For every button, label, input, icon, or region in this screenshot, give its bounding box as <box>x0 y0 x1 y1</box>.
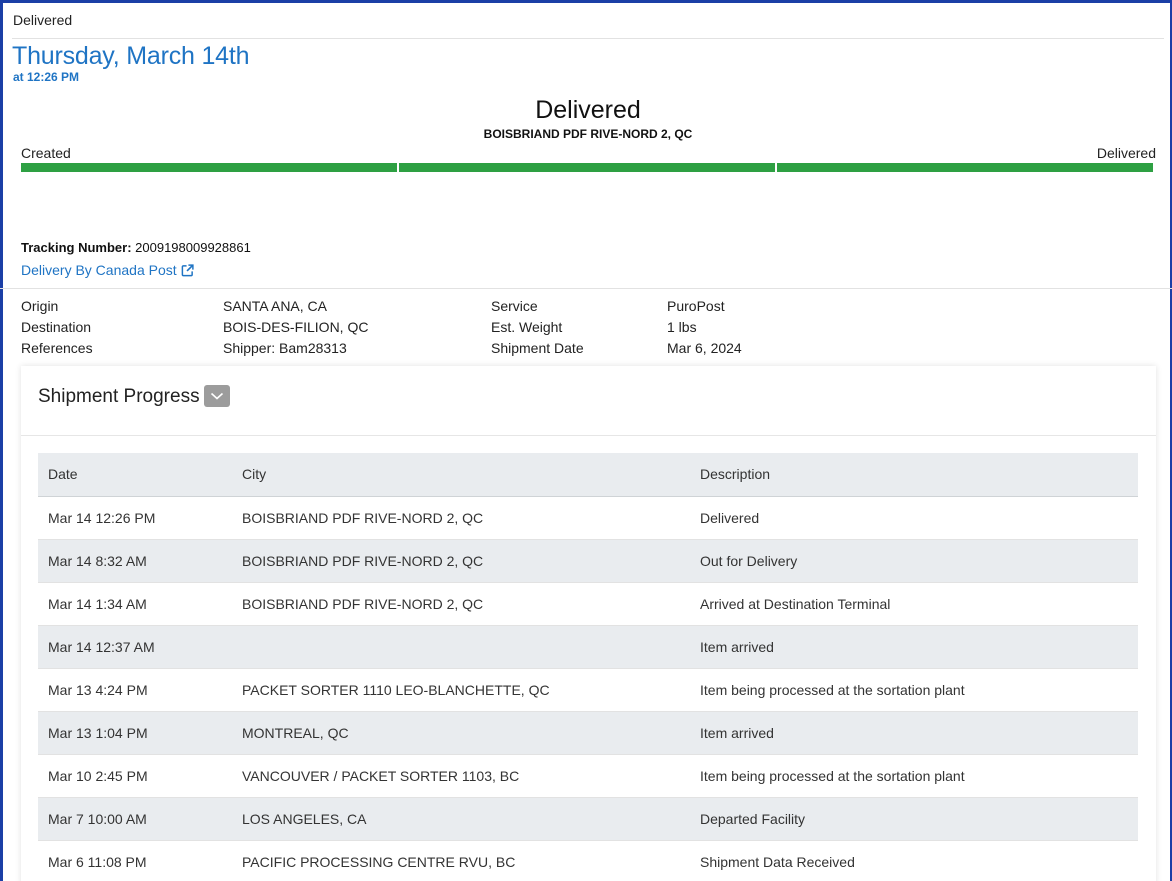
references-label: References <box>21 340 93 356</box>
column-header-date: Date <box>38 453 232 497</box>
service-value: PuroPost <box>667 298 725 314</box>
progress-segment <box>21 163 397 172</box>
shipment-progress-card: Shipment Progress Date City Description … <box>21 366 1156 881</box>
row-date: Mar 13 4:24 PM <box>48 681 148 698</box>
row-description: Shipment Data Received <box>700 853 855 870</box>
table-row: Mar 14 12:26 PM BOISBRIAND PDF RIVE-NORD… <box>38 496 1138 539</box>
row-date: Mar 7 10:00 AM <box>48 810 147 827</box>
service-label: Service <box>491 298 538 314</box>
row-city: LOS ANGELES, CA <box>242 810 367 827</box>
row-city: VANCOUVER / PACKET SORTER 1103, BC <box>242 767 520 784</box>
weight-value: 1 lbs <box>667 319 697 335</box>
row-date: Mar 14 12:26 PM <box>48 509 156 526</box>
table-row: Mar 7 10:00 AM LOS ANGELES, CA Departed … <box>38 797 1138 840</box>
table-header-row: Date City Description <box>38 453 1138 497</box>
external-link-icon <box>181 263 194 276</box>
shipment-date-value: Mar 6, 2024 <box>667 340 742 356</box>
origin-label: Origin <box>21 298 59 314</box>
table-row: Mar 6 11:08 PM PACIFIC PROCESSING CENTRE… <box>38 840 1138 881</box>
row-description: Item arrived <box>700 724 774 741</box>
row-city <box>232 625 690 668</box>
card-title: Shipment Progress <box>38 386 200 407</box>
collapse-button[interactable] <box>204 385 230 407</box>
table-row: Mar 13 4:24 PM PACKET SORTER 1110 LEO-BL… <box>38 668 1138 711</box>
row-description: Item being processed at the sortation pl… <box>700 767 965 784</box>
table-row: Mar 14 12:37 AM Item arrived <box>38 625 1138 668</box>
divider <box>0 288 1172 289</box>
status-title: Delivered <box>535 96 641 124</box>
weight-label: Est. Weight <box>491 319 563 335</box>
row-date: Mar 10 2:45 PM <box>48 767 148 784</box>
card-header: Shipment Progress <box>21 366 1156 436</box>
tracking-label: Tracking Number: <box>21 240 132 255</box>
progress-end-label: Delivered <box>1096 145 1156 161</box>
row-description: Item being processed at the sortation pl… <box>700 681 965 698</box>
tracking-value: 2009198009928861 <box>135 240 251 255</box>
status-label: Delivered <box>13 12 73 28</box>
chevron-down-icon <box>210 392 224 400</box>
row-city: PACIFIC PROCESSING CENTRE RVU, BC <box>242 853 516 870</box>
references-value: Shipper: Bam28313 <box>223 340 347 356</box>
progress-bar <box>21 163 1153 172</box>
row-city: BOISBRIAND PDF RIVE-NORD 2, QC <box>242 509 484 526</box>
delivery-time: at 12:26 PM <box>13 70 80 84</box>
row-date: Mar 6 11:08 PM <box>48 853 147 870</box>
table-row: Mar 13 1:04 PM MONTREAL, QC Item arrived <box>38 711 1138 754</box>
row-city: MONTREAL, QC <box>242 724 349 741</box>
carrier-link-label: Delivery By Canada Post <box>21 262 177 278</box>
row-description: Item arrived <box>700 638 774 655</box>
progress-table: Date City Description Mar 14 12:26 PM BO… <box>38 453 1138 881</box>
progress-segment <box>399 163 775 172</box>
column-header-description: Description <box>690 453 1138 497</box>
row-date: Mar 14 8:32 AM <box>48 552 147 569</box>
row-date: Mar 14 1:34 AM <box>48 595 147 612</box>
table-row: Mar 14 1:34 AM BOISBRIAND PDF RIVE-NORD … <box>38 582 1138 625</box>
row-city: BOISBRIAND PDF RIVE-NORD 2, QC <box>242 552 484 569</box>
row-description: Out for Delivery <box>700 552 798 569</box>
status-summary: Delivered BOISBRIAND PDF RIVE-NORD 2, QC <box>0 96 1172 141</box>
carrier-link[interactable]: Delivery By Canada Post <box>21 262 194 278</box>
row-description: Departed Facility <box>700 810 806 827</box>
divider <box>12 38 1164 39</box>
origin-value: SANTA ANA, CA <box>223 298 327 314</box>
row-city: BOISBRIAND PDF RIVE-NORD 2, QC <box>242 595 484 612</box>
row-date: Mar 14 12:37 AM <box>48 638 155 655</box>
progress-segment <box>777 163 1153 172</box>
shipment-date-label: Shipment Date <box>491 340 584 356</box>
progress-start-label: Created <box>21 145 71 161</box>
table-row: Mar 14 8:32 AM BOISBRIAND PDF RIVE-NORD … <box>38 539 1138 582</box>
destination-value: BOIS-DES-FILION, QC <box>223 319 369 335</box>
delivery-date-title: Thursday, March 14th <box>12 42 250 70</box>
status-location: BOISBRIAND PDF RIVE-NORD 2, QC <box>483 127 693 141</box>
row-description: Arrived at Destination Terminal <box>700 595 891 612</box>
column-header-city: City <box>232 453 690 497</box>
table-row: Mar 10 2:45 PM VANCOUVER / PACKET SORTER… <box>38 754 1138 797</box>
row-date: Mar 13 1:04 PM <box>48 724 148 741</box>
tracking-number: Tracking Number: 2009198009928861 <box>21 240 251 255</box>
destination-label: Destination <box>21 319 92 335</box>
row-city: PACKET SORTER 1110 LEO-BLANCHETTE, QC <box>242 681 550 698</box>
row-description: Delivered <box>700 509 760 526</box>
